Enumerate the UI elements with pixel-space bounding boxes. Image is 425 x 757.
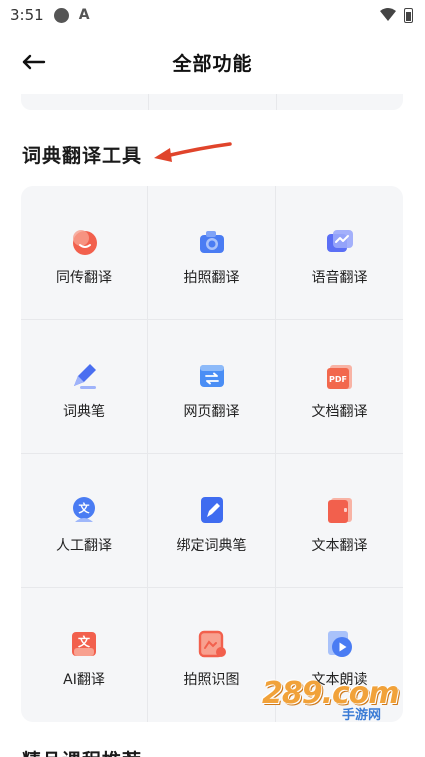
top-app-bar: 全部功能 <box>0 40 425 84</box>
text-read-aloud-icon <box>327 631 352 657</box>
section-header: 词典翻译工具 <box>22 140 142 168</box>
page-title: 全部功能 <box>172 52 253 75</box>
tool-label: 拍照识图 <box>183 672 240 688</box>
tool-document-translate[interactable]: PDF 文档翻译 <box>276 320 403 454</box>
tool-label: 同传翻译 <box>56 270 112 286</box>
tool-photo-recognize[interactable]: 拍照识图 <box>148 588 276 722</box>
tool-label: AI翻译 <box>63 672 105 688</box>
human-translate-icon: 文 <box>73 497 95 522</box>
tool-voice-translate[interactable]: 语音翻译 <box>276 186 403 320</box>
document-translate-icon: PDF <box>326 365 352 389</box>
back-button[interactable] <box>20 50 48 74</box>
tool-text-read-aloud[interactable]: 文本朗读 <box>276 588 403 722</box>
status-time: 3:51 <box>10 6 44 24</box>
status-bar: 3:51 A <box>0 0 425 30</box>
next-section: 精品课程推荐 <box>0 740 425 757</box>
text-translate-icon <box>327 498 352 523</box>
dictionary-pen-icon <box>74 364 96 389</box>
tool-label: 网页翻译 <box>183 404 240 420</box>
svg-text:文: 文 <box>78 634 91 649</box>
tool-ai-translate[interactable]: 文 AI翻译 <box>21 588 148 722</box>
battery-icon <box>404 7 413 23</box>
tool-dictionary-pen[interactable]: 词典笔 <box>21 320 148 454</box>
keyboard-a-icon: A <box>78 7 90 23</box>
next-section-title: 精品课程推荐 <box>22 746 142 757</box>
photo-recognize-icon <box>198 630 226 658</box>
tool-label: 语音翻译 <box>311 270 368 286</box>
tool-simultaneous-translate[interactable]: 同传翻译 <box>21 186 148 320</box>
camera-translate-icon <box>199 231 224 253</box>
tool-text-translate[interactable]: 文本翻译 <box>276 454 403 588</box>
tool-label: 词典笔 <box>63 404 105 420</box>
annotation-arrow-icon <box>154 142 232 162</box>
tool-webpage-translate[interactable]: 网页翻译 <box>148 320 276 454</box>
tool-label: 拍照翻译 <box>183 270 240 286</box>
bind-pen-icon <box>200 497 223 523</box>
tool-bind-pen[interactable]: 绑定词典笔 <box>148 454 276 588</box>
svg-text:PDF: PDF <box>329 375 347 384</box>
webpage-translate-icon <box>199 365 224 387</box>
tool-label: 文档翻译 <box>311 404 368 420</box>
voice-translate-icon <box>326 230 353 252</box>
simultaneous-translate-icon <box>73 230 97 255</box>
tool-label: 绑定词典笔 <box>176 538 247 554</box>
tool-human-translate[interactable]: 文 人工翻译 <box>21 454 148 588</box>
tool-camera-translate[interactable]: 拍照翻译 <box>148 186 276 320</box>
svg-text:文: 文 <box>79 501 91 515</box>
tool-label: 文本朗读 <box>311 672 368 688</box>
notification-dot-icon <box>53 7 69 23</box>
tool-label: 人工翻译 <box>56 538 112 554</box>
wifi-icon <box>380 8 396 21</box>
ai-translate-icon: 文 <box>72 632 96 656</box>
previous-section-grid <box>21 94 403 110</box>
section-title: 词典翻译工具 <box>22 144 143 167</box>
tool-label: 文本翻译 <box>311 538 368 554</box>
tool-grid: 同传翻译 拍照翻译 语音翻译 词典笔 网页翻译 PDF 文档翻译 文 人工翻译 … <box>21 186 403 722</box>
back-arrow-icon <box>22 54 46 70</box>
